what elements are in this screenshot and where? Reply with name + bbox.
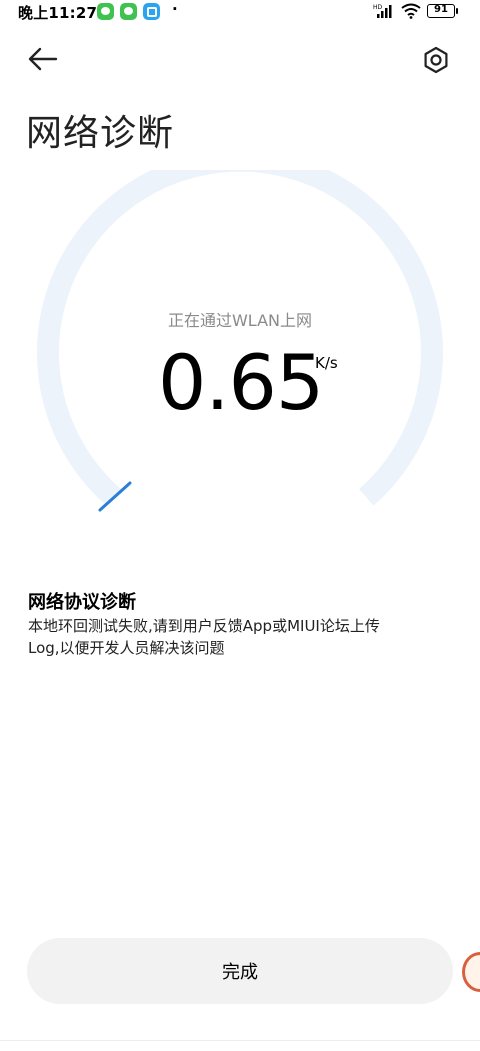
message-line-2: Log,以便开发人员解决该问题 (28, 639, 225, 657)
status-bar: 晚上11:27 · HD 91 (0, 0, 480, 26)
message-line-1: 本地环回测试失败,请到用户反馈App或MIUI论坛上传 (28, 617, 380, 635)
status-time: 晚上11:27 (18, 4, 98, 22)
network-diagnosis-screen: 晚上11:27 · HD 91 网络诊断 正在通过WLAN上网 0.65 K/s… (0, 0, 480, 1051)
connection-label: 正在通过WLAN上网 (167, 311, 313, 330)
battery-level: 91 (434, 4, 448, 15)
message-app-icon (143, 3, 160, 20)
protocol-diagnosis-title: 网络协议诊断 (28, 592, 136, 613)
back-button[interactable] (26, 44, 60, 74)
wifi-icon (401, 3, 421, 19)
speed-unit: K/s (315, 354, 338, 372)
gauge-track (37, 170, 443, 506)
wechat-icon (120, 3, 137, 20)
speed-readout: 0.65 K/s (0, 338, 480, 428)
wechat-icon (97, 3, 114, 20)
protocol-diagnosis-message: 本地环回测试失败,请到用户反馈App或MIUI论坛上传 Log,以便开发人员解决… (28, 615, 428, 659)
bottom-divider (0, 1040, 480, 1041)
status-dot: · (172, 0, 178, 18)
floating-assistant-bubble[interactable] (462, 952, 480, 992)
back-arrow-icon (28, 47, 58, 71)
settings-button[interactable] (420, 44, 452, 76)
signal-icon: HD (373, 4, 392, 18)
battery-icon: 91 (427, 4, 458, 18)
signal-hd-label: HD (373, 4, 383, 11)
speed-value: 0.65 (158, 338, 324, 427)
gear-icon (424, 46, 448, 74)
done-button[interactable]: 完成 (27, 938, 453, 1004)
page-title: 网络诊断 (26, 113, 175, 154)
